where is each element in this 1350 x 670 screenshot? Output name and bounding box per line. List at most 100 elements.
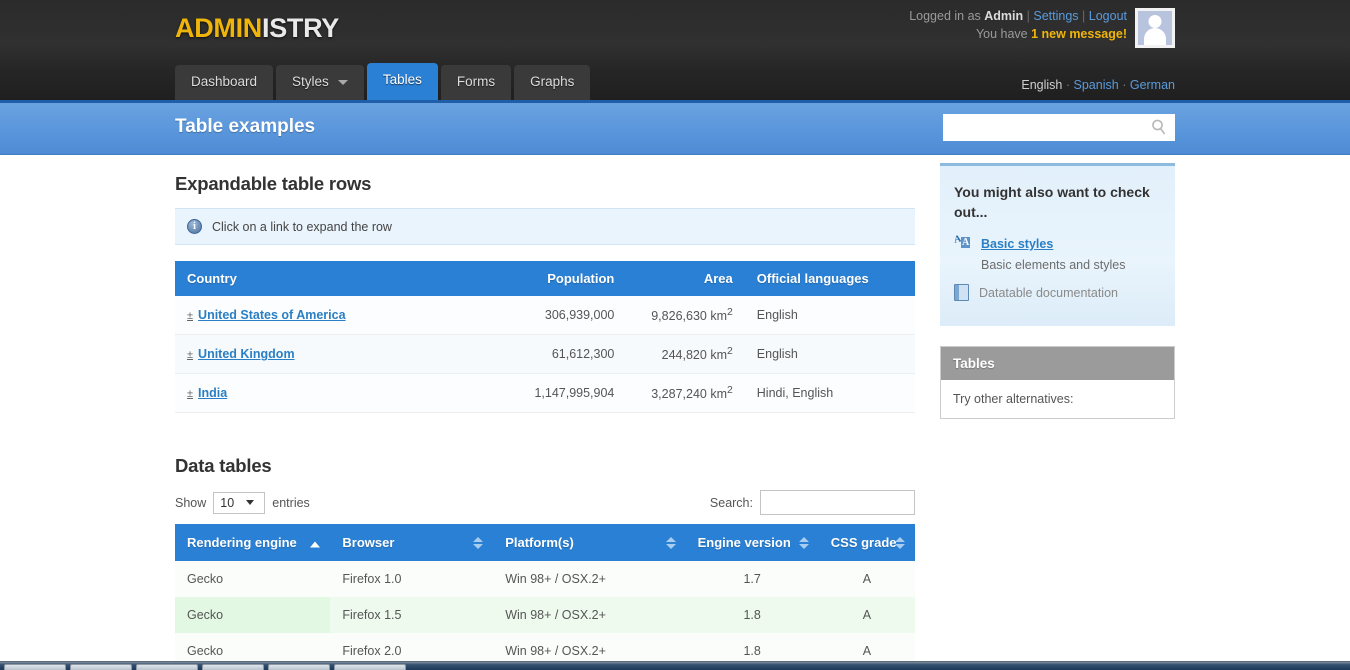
country-link[interactable]: United States of America <box>198 308 346 322</box>
cell-version: 1.7 <box>685 561 819 598</box>
col-engine-version[interactable]: Engine version <box>685 524 819 562</box>
col-area: Area <box>626 261 745 296</box>
expand-toggle-icon[interactable]: ± <box>187 349 193 361</box>
col-rendering-engine-label: Rendering engine <box>187 535 297 551</box>
expand-toggle-icon[interactable]: ± <box>187 310 193 322</box>
avatar[interactable] <box>1135 8 1175 48</box>
new-message-line: You have 1 new message! <box>909 25 1127 43</box>
nav-tab-styles[interactable]: Styles <box>276 65 364 100</box>
sidebar-sublabel-basic-styles: Basic elements and styles <box>981 258 1126 272</box>
main-navigation: Dashboard Styles Tables Forms Graphs <box>175 63 593 100</box>
avatar-placeholder-icon <box>1138 11 1172 45</box>
table-row[interactable]: ± India 1,147,995,904 3,287,240 km2 Hindi… <box>175 373 915 414</box>
table-row[interactable]: Gecko Firefox 1.0 Win 98+ / OSX.2+ 1.7 A <box>175 561 915 598</box>
expandable-table-body: ± United States of America 306,939,000 9,… <box>175 296 915 414</box>
sidebar-tables-box-body: Try other alternatives: <box>941 380 1174 418</box>
settings-link[interactable]: Settings <box>1033 9 1078 23</box>
datatable-header-row: Rendering engine Browser Platform(s) Eng… <box>175 524 915 562</box>
expand-toggle-icon[interactable]: ± <box>187 388 193 400</box>
cell-area-value: 9,826,630 km <box>651 309 727 324</box>
cell-population: 61,612,300 <box>500 334 627 375</box>
page-length-select[interactable]: 10 <box>213 491 266 514</box>
table-row[interactable]: Gecko Firefox 1.5 Win 98+ / OSX.2+ 1.8 A <box>175 597 915 634</box>
separator-2: | <box>1082 9 1086 23</box>
cell-area: 9,826,630 km2 <box>626 296 745 336</box>
new-message-count[interactable]: 1 new message! <box>1031 27 1127 41</box>
taskbar-button[interactable] <box>334 664 406 670</box>
logout-link[interactable]: Logout <box>1089 9 1127 23</box>
list-item[interactable]: Datatable documentation <box>954 284 1161 302</box>
cell-area-exponent: 2 <box>726 346 733 358</box>
page-title-bar: Table examples <box>0 103 1350 155</box>
cell-population: 306,939,000 <box>500 296 627 336</box>
expandable-table-head: Country Population Area Official languag… <box>175 261 915 296</box>
table-row[interactable]: ± United States of America 306,939,000 9,… <box>175 296 915 336</box>
cell-area: 244,820 km2 <box>626 334 745 375</box>
sidebar-label-datatable-documentation[interactable]: Datatable documentation <box>979 286 1118 300</box>
col-css-grade[interactable]: CSS grade <box>818 524 915 562</box>
show-label: Show <box>175 495 207 510</box>
cell-area-value: 244,820 km <box>661 348 727 363</box>
cell-browser: Firefox 1.5 <box>330 597 494 634</box>
cell-country: ± United Kingdom <box>175 334 501 375</box>
country-link[interactable]: United Kingdom <box>198 347 295 361</box>
col-rendering-engine[interactable]: Rendering engine <box>175 524 331 562</box>
cell-area-value: 3,287,240 km <box>651 387 727 402</box>
logged-in-line: Logged in as Admin | Settings | Logout <box>909 7 1127 25</box>
sidebar-check-out-heading: You might also want to check out... <box>954 184 1150 220</box>
taskbar-button[interactable] <box>70 664 132 670</box>
col-browser[interactable]: Browser <box>330 524 494 562</box>
page-length-value: 10 <box>220 495 235 510</box>
global-search[interactable] <box>943 114 1175 141</box>
table-row[interactable]: ± United Kingdom 61,612,300 244,820 km2 E… <box>175 334 915 375</box>
nav-tab-dashboard-label: Dashboard <box>191 74 258 89</box>
datatable-search-input[interactable] <box>760 490 915 516</box>
cell-engine: Gecko <box>175 597 331 634</box>
language-dot-1: · <box>1065 78 1071 92</box>
site-logo[interactable]: ADMINISTRY <box>175 13 339 44</box>
language-link-spanish[interactable]: Spanish <box>1074 78 1119 92</box>
sort-asc-icon <box>310 535 321 550</box>
cell-grade: A <box>818 597 915 634</box>
datatable-body: Gecko Firefox 1.0 Win 98+ / OSX.2+ 1.7 A… <box>175 561 915 670</box>
sidebar-item-text: Datatable documentation <box>979 284 1118 302</box>
datatables-section-heading: Data tables <box>175 455 272 477</box>
taskbar-button[interactable] <box>136 664 198 670</box>
taskbar-button[interactable] <box>268 664 330 670</box>
sidebar-link-basic-styles[interactable]: Basic styles <box>981 237 1053 251</box>
message-prefix: You have <box>975 27 1032 41</box>
cell-languages: English <box>744 334 915 375</box>
datatable-controls: Show 10 entries Search: <box>175 490 915 516</box>
col-platforms[interactable]: Platform(s) <box>493 524 686 562</box>
nav-tab-dashboard[interactable]: Dashboard <box>175 65 274 100</box>
country-link[interactable]: India <box>198 386 227 400</box>
language-dot-2: · <box>1122 78 1127 92</box>
taskbar-button[interactable] <box>4 664 66 670</box>
cell-area-exponent: 2 <box>726 307 733 318</box>
sidebar-tables-box: Tables Try other alternatives: <box>940 346 1175 419</box>
nav-tab-graphs[interactable]: Graphs <box>514 65 591 100</box>
cell-area-exponent: 2 <box>726 385 733 397</box>
separator-1: | <box>1026 9 1030 23</box>
nav-tab-forms-label: Forms <box>456 74 496 89</box>
global-search-input[interactable] <box>943 114 1141 141</box>
cell-country: ± United States of America <box>175 296 501 336</box>
top-header-bar: ADMINISTRY Logged in as Admin | Settings… <box>0 0 1350 103</box>
os-taskbar[interactable] <box>0 661 1350 670</box>
font-styles-icon: AA <box>952 233 971 248</box>
chevron-down-icon <box>337 79 348 85</box>
logged-in-username: Admin <box>984 9 1024 23</box>
list-item[interactable]: AA Basic styles Basic elements and style… <box>952 233 1161 272</box>
col-css-grade-label: CSS grade <box>830 535 897 551</box>
nav-tab-tables[interactable]: Tables <box>366 63 438 100</box>
cell-version: 1.8 <box>685 597 819 634</box>
nav-tab-forms[interactable]: Forms <box>440 65 512 100</box>
content-wrapper: Expandable table rows i Click on a link … <box>175 155 1175 670</box>
language-link-german[interactable]: German <box>1130 78 1175 92</box>
cell-platform: Win 98+ / OSX.2+ <box>493 597 686 634</box>
account-strip: Logged in as Admin | Settings | Logout Y… <box>909 7 1127 43</box>
cell-country: ± India <box>175 373 501 414</box>
info-notice: i Click on a link to expand the row <box>175 208 915 245</box>
datatable-filter-control: Search: <box>710 490 915 516</box>
taskbar-button[interactable] <box>202 664 264 670</box>
